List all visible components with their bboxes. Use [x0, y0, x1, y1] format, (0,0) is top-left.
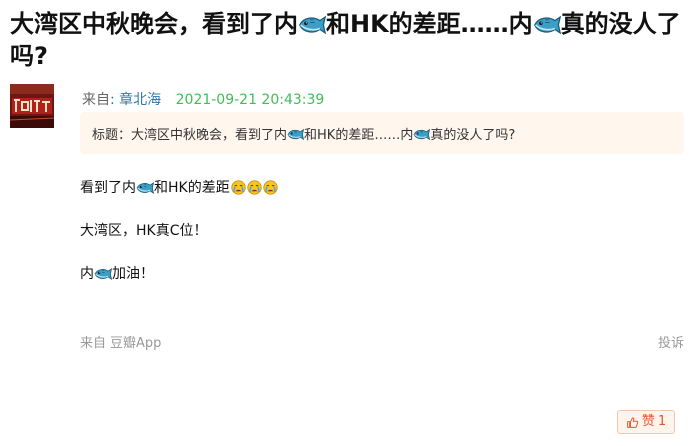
quote-text-part-1: 大湾区中秋晚会，看到了内 — [131, 128, 288, 143]
post-body: 看到了内 和HK的差距 大湾区，HK真C位！ 内 加油！ — [80, 177, 278, 285]
quoted-title: 标题：大湾区中秋晚会，看到了内 和HK的差距……内 真的没人了吗? — [80, 112, 684, 154]
crying-face-icon — [247, 180, 262, 195]
title-text-part-1: 大湾区中秋晚会，看到了内 — [10, 10, 298, 38]
from-label: 来自: — [82, 92, 115, 108]
body-text: 和HK的差距 — [154, 180, 230, 196]
body-text: 大湾区，HK真C位！ — [80, 223, 208, 239]
report-link[interactable]: 投诉 — [658, 332, 684, 351]
quote-label: 标题： — [92, 128, 132, 143]
body-text: 加油！ — [112, 266, 154, 282]
post-title: 大湾区中秋晚会，看到了内 和HK的差距……内 真的没人了吗? — [10, 8, 682, 72]
crying-face-icon — [231, 180, 246, 195]
source-label: 来自 — [80, 336, 107, 351]
like-label: 赞 — [641, 414, 655, 429]
body-text: 看到了内 — [80, 180, 136, 196]
fish-emoji-icon — [136, 181, 154, 195]
like-button[interactable]: 赞 1 — [617, 410, 675, 434]
crying-face-icon — [263, 180, 278, 195]
quote-text-part-3: 真的没人了吗? — [430, 128, 516, 143]
title-text-part-2: 和HK的差距……内 — [326, 10, 533, 38]
quote-text-part-2: 和HK的差距……内 — [304, 128, 414, 143]
fish-emoji-icon — [413, 128, 430, 141]
avatar[interactable] — [10, 84, 54, 128]
body-paragraph-1: 看到了内 和HK的差距 — [80, 177, 278, 199]
avatar-image — [10, 84, 54, 128]
like-count: 1 — [657, 414, 667, 429]
post-meta: 来自: 章北海 2021-09-21 20:43:39 — [82, 89, 324, 109]
post-source: 来自 豆瓣App — [80, 332, 161, 351]
body-paragraph-2: 大湾区，HK真C位！ — [80, 220, 278, 242]
source-app-link[interactable]: 豆瓣App — [110, 336, 161, 351]
fish-emoji-icon — [287, 128, 304, 141]
fish-emoji-icon — [298, 14, 326, 36]
thumbs-up-icon — [626, 416, 639, 428]
fish-emoji-icon — [94, 267, 112, 281]
body-paragraph-3: 内 加油！ — [80, 263, 278, 285]
body-text: 内 — [80, 266, 94, 282]
author-link[interactable]: 章北海 — [119, 92, 161, 108]
fish-emoji-icon — [533, 14, 561, 36]
post-timestamp: 2021-09-21 20:43:39 — [175, 92, 325, 108]
